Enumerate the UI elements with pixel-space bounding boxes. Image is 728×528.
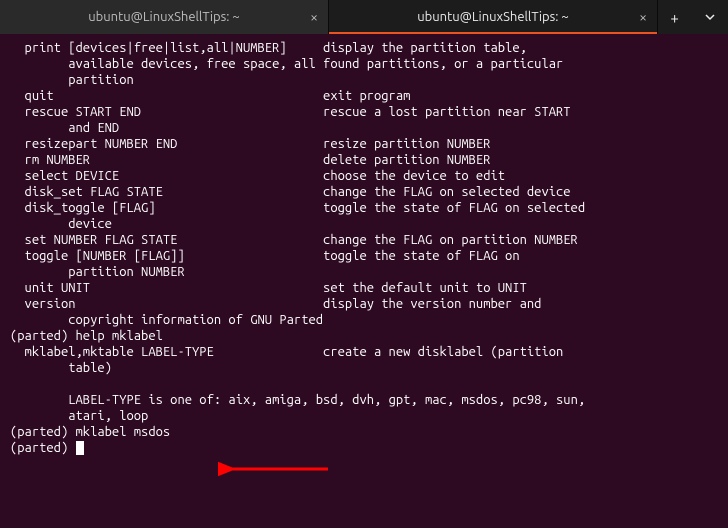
close-icon[interactable]: ×	[310, 10, 318, 24]
tab-title: ubuntu@LinuxShellTips: ~	[417, 10, 569, 24]
tab-active[interactable]: ubuntu@LinuxShellTips: ~ ×	[329, 0, 658, 34]
tab-bar: ubuntu@LinuxShellTips: ~ × ubuntu@LinuxS…	[0, 0, 728, 34]
menu-dropdown-button[interactable]	[704, 9, 716, 26]
close-icon[interactable]: ×	[639, 10, 647, 24]
tab-inactive[interactable]: ubuntu@LinuxShellTips: ~ ×	[0, 0, 329, 34]
tab-title: ubuntu@LinuxShellTips: ~	[88, 10, 240, 24]
text-cursor	[76, 441, 84, 455]
tab-actions: +	[658, 0, 728, 34]
terminal-output[interactable]: print [devices|free|list,all|NUMBER] dis…	[0, 34, 728, 528]
chevron-down-icon	[704, 11, 716, 23]
new-tab-button[interactable]: +	[670, 9, 678, 26]
